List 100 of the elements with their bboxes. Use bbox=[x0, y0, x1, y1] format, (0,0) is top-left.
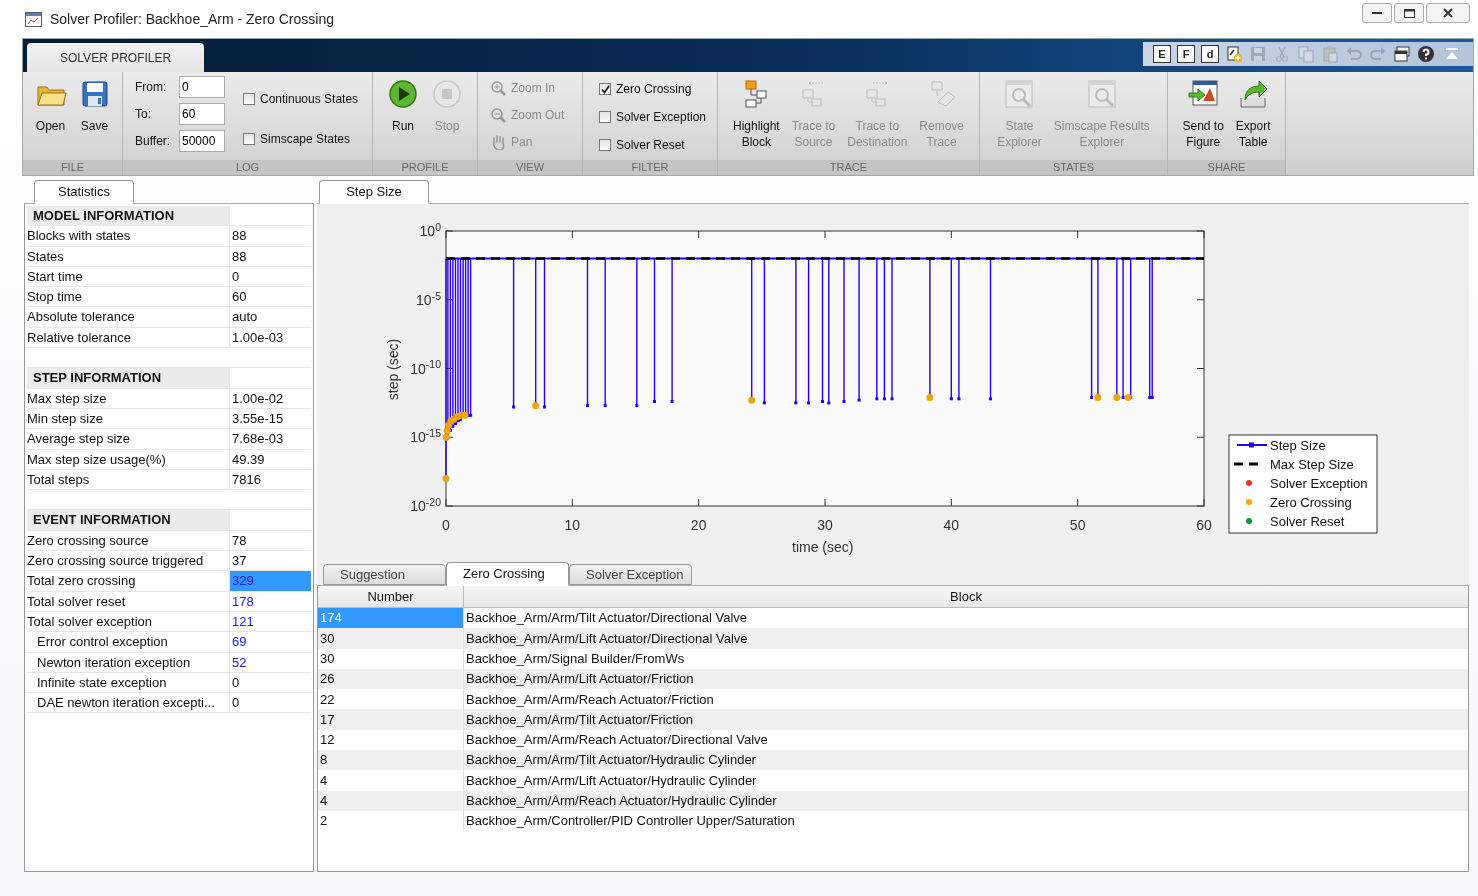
checkbox-label: Solver Exception bbox=[616, 109, 707, 126]
row-label: Max step size usage(%) bbox=[27, 450, 166, 469]
checkbox[interactable] bbox=[599, 139, 611, 151]
tick-label: 10$^{-20}$ bbox=[410, 498, 441, 514]
row-value: 3.55e-15 bbox=[231, 409, 285, 428]
quick-access-button[interactable] bbox=[1225, 45, 1243, 63]
table-cell-text: Backhoe_Arm/Signal Builder/FromWs bbox=[465, 650, 686, 668]
checkbox[interactable] bbox=[243, 133, 255, 145]
copy-icon bbox=[1297, 45, 1315, 63]
toolbar-button[interactable]: Run bbox=[383, 78, 423, 134]
stop-icon bbox=[431, 78, 463, 110]
tick-label: 10$^{-15}$ bbox=[410, 429, 441, 446]
checkbox-label: Simscape States bbox=[260, 131, 351, 148]
row-value: 37 bbox=[231, 552, 248, 571]
row-label: Total solver reset bbox=[27, 592, 126, 611]
table-cell: 17 bbox=[318, 709, 464, 730]
toolbar-button[interactable]: Export Table bbox=[1231, 78, 1275, 150]
table-cell-text: Backhoe_Arm/Arm/Lift Actuator/Directional Valve bbox=[465, 629, 749, 648]
row-value: 7816 bbox=[231, 470, 262, 489]
zoom-in-icon bbox=[490, 80, 506, 96]
tab[interactable]: Step Size bbox=[319, 180, 429, 204]
ribbon-tab[interactable]: SOLVER PROFILER bbox=[27, 43, 205, 72]
row-label: Stop time bbox=[27, 288, 82, 307]
row-value: 78 bbox=[231, 531, 248, 550]
row-label: Newton iteration exception bbox=[36, 653, 191, 672]
quick-access-button[interactable]: F bbox=[1177, 45, 1195, 63]
row-label: Min step size bbox=[27, 409, 103, 428]
maximize-button[interactable] bbox=[1394, 3, 1424, 23]
toolbar-button[interactable]: Open bbox=[30, 78, 71, 134]
input-field[interactable]: 50000 bbox=[179, 130, 225, 152]
input-field[interactable]: 60 bbox=[179, 103, 225, 125]
table-cell-text: Backhoe_Arm/Arm/Lift Actuator/Friction bbox=[465, 670, 695, 689]
row-value[interactable]: 52 bbox=[230, 652, 311, 673]
column-header[interactable]: Block bbox=[464, 586, 1468, 607]
legend-label: Solver Reset bbox=[1270, 513, 1345, 529]
table-cell: 30 bbox=[318, 648, 464, 669]
table-cell-text: Backhoe_Arm/Arm/Tilt Actuator/Hydraulic Cylinder bbox=[465, 751, 757, 770]
redo-icon bbox=[1369, 45, 1387, 63]
row-value[interactable]: 121 bbox=[230, 611, 311, 632]
checkbox[interactable] bbox=[599, 111, 611, 123]
toolbar-button[interactable]: Save bbox=[74, 78, 115, 134]
column-header[interactable]: Number bbox=[318, 586, 464, 607]
tick-label: 50 bbox=[1068, 516, 1087, 535]
row-label: Blocks with states bbox=[27, 227, 131, 246]
tab[interactable]: Statistics bbox=[34, 180, 134, 204]
export-arrow-icon bbox=[1237, 78, 1270, 110]
group-label: FILTER bbox=[631, 160, 669, 176]
help-icon bbox=[1417, 45, 1435, 63]
quick-access-button[interactable] bbox=[1417, 45, 1435, 63]
group-label: TRACE bbox=[829, 160, 868, 176]
group-label: PROFILE bbox=[401, 160, 449, 176]
tick-label: 10$^{0}$ bbox=[419, 223, 441, 239]
axis-label: time (sec) bbox=[792, 538, 854, 557]
table-cell-text: Backhoe_Arm/Arm/Reach Actuator/Directional Valve bbox=[465, 731, 769, 750]
tab[interactable]: Solver Exception bbox=[569, 564, 692, 585]
save-icon bbox=[1249, 45, 1267, 63]
close-button[interactable] bbox=[1426, 3, 1470, 23]
quick-access-button[interactable]: d bbox=[1201, 45, 1219, 63]
tab[interactable]: Suggestion bbox=[323, 564, 446, 585]
table-cell-text: Backhoe_Arm/Arm/Tilt Actuator/Friction bbox=[465, 710, 695, 729]
quick-access-button[interactable] bbox=[1393, 45, 1411, 63]
row-label: Absolute tolerance bbox=[27, 308, 135, 327]
field-label: To: bbox=[135, 106, 152, 123]
checkbox[interactable] bbox=[599, 83, 611, 95]
row-label: Max step size bbox=[27, 389, 107, 408]
maximize-icon bbox=[1403, 8, 1415, 18]
table-cell-text: Backhoe_Arm/Arm/Lift Actuator/Hydraulic Cylinder bbox=[465, 771, 758, 790]
section-title: STEP INFORMATION bbox=[33, 369, 162, 388]
tab[interactable]: Zero Crossing bbox=[446, 562, 569, 586]
toolbar-button[interactable]: Send to Figure bbox=[1178, 78, 1228, 150]
group-label: LOG bbox=[235, 160, 260, 176]
row-value[interactable]: 178 bbox=[230, 591, 311, 612]
row-value: 88 bbox=[231, 247, 248, 266]
quick-access-button[interactable]: E bbox=[1153, 45, 1171, 63]
row-label: Relative tolerance bbox=[27, 328, 132, 347]
row-value: 60 bbox=[231, 288, 248, 307]
row-label: Infinite state exception bbox=[36, 673, 167, 692]
row-value: 1.00e-03 bbox=[231, 328, 285, 347]
row-label: Total steps bbox=[27, 470, 90, 489]
legend-label: Zero Crossing bbox=[1270, 494, 1352, 510]
checkbox[interactable] bbox=[243, 93, 255, 105]
undo-icon bbox=[1345, 45, 1363, 63]
toolbar-button[interactable]: Highlight Block bbox=[729, 78, 784, 150]
magnifier-window-icon bbox=[1003, 78, 1036, 110]
paste-icon bbox=[1321, 45, 1339, 63]
input-field[interactable]: 0 bbox=[179, 76, 225, 98]
new-document-icon bbox=[1225, 45, 1243, 63]
group-label: SHARE bbox=[1207, 160, 1246, 176]
table-cell: 4 bbox=[318, 790, 464, 811]
table-cell: 174 bbox=[318, 608, 464, 629]
table-cell-text: Backhoe_Arm/Controller/PID Controller Upper/Saturation bbox=[465, 812, 796, 831]
scissors-icon bbox=[1273, 45, 1291, 63]
row-label: Total solver exception bbox=[27, 612, 152, 631]
checkbox-label: Solver Reset bbox=[616, 137, 685, 154]
row-value[interactable]: 69 bbox=[230, 632, 311, 652]
tick-label: 20 bbox=[689, 516, 708, 535]
tick-label: 10$^{-10}$ bbox=[410, 360, 441, 377]
tick-label: 0 bbox=[441, 516, 451, 535]
windows-icon bbox=[1393, 45, 1411, 63]
minimize-button[interactable] bbox=[1362, 3, 1392, 23]
